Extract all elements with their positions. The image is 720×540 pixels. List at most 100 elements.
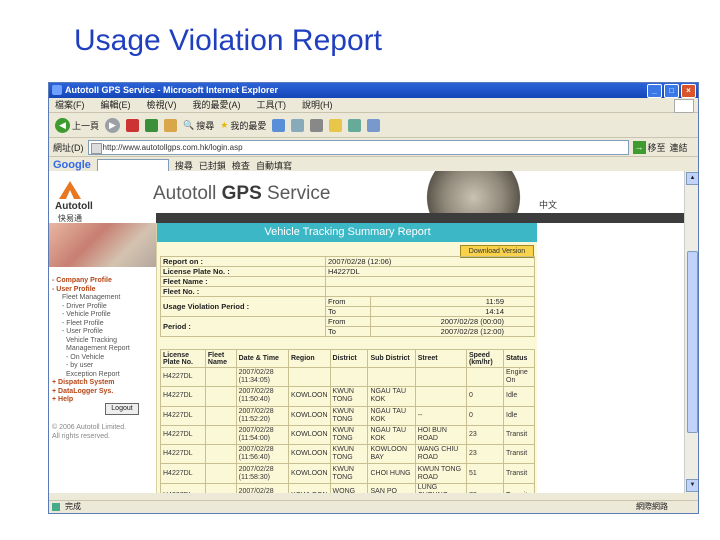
cell-fleet-name [204,366,237,388]
address-input[interactable]: http://www.autotollgps.com.hk/login.asp [87,139,629,155]
menu-view[interactable]: 檢視(V) [147,98,177,112]
menu-tools[interactable]: 工具(T) [257,98,287,112]
google-search-input[interactable] [96,158,169,172]
menu-favorites[interactable]: 我的最愛(A) [193,98,241,112]
report-on-value: 2007/02/28 (12:06) [325,256,535,267]
col-sub-district: Sub District [367,349,416,368]
cell-fleet-name [204,463,237,484]
sidebar-item-user-profile[interactable]: - User Profile [52,286,130,295]
sidebar-nav: - Company Profile - User Profile Fleet M… [52,277,130,405]
google-check-button[interactable]: 檢查 [232,159,250,172]
cell-fleet-name [204,482,237,493]
google-logo: Google [53,159,91,171]
site-title: Autotoll GPS Service [153,183,331,204]
toolbar: ◀ 上一頁 ▶ 🔍 搜尋 ★ 我的最愛 [49,113,698,138]
stop-icon[interactable] [126,118,140,132]
cell-region: KOWLOON [287,463,331,484]
logo-name: Autotoll [55,201,93,212]
sidebar-item-management-report[interactable]: Management Report [52,345,130,354]
sidebar-item-vehicle-tracking[interactable]: Vehicle Tracking [52,337,130,346]
search-icon: 🔍 [183,119,195,130]
menu-edit[interactable]: 編輯(E) [101,98,131,112]
windows-logo-icon [674,99,694,113]
cell-sub-district [367,366,416,388]
slide-title: Usage Violation Report [74,24,382,57]
cell-street: KWUN TONG ROAD [414,463,467,484]
cell-datetime: 2007/02/28 (11:52:20) [235,405,289,426]
cell-license: H4227DL [160,366,206,388]
cell-district: KWUN TONG [329,405,369,426]
links-label[interactable]: 連結 [670,141,688,154]
period-from-label: From [325,316,371,327]
cell-speed: 72 [465,482,505,493]
window-title: Autotoll GPS Service - Microsoft Interne… [65,85,279,95]
forward-button[interactable]: ▶ [105,117,121,133]
logout-button[interactable]: Logout [105,403,139,415]
cell-speed: 0 [465,386,505,407]
mail-icon[interactable] [291,118,305,132]
cell-region: KOWLOON [287,405,331,426]
sidebar-item-on-vehicle[interactable]: - On Vehicle [52,354,130,363]
address-label: 網址(D) [53,142,84,153]
cell-fleet-name [204,424,237,446]
col-datetime: Date & Time [235,349,289,368]
refresh-icon[interactable] [145,118,159,132]
sidebar-item-fleet-profile[interactable]: - Fleet Profile [52,320,130,329]
sidebar-item-dispatch-system[interactable]: + Dispatch System [52,379,130,388]
violation-to-label: To [325,306,371,317]
close-button[interactable]: × [681,84,696,98]
cell-datetime: 2007/02/28 (11:54:00) [235,424,289,446]
violation-from-label: From [325,296,371,307]
back-button[interactable]: ◀ 上一頁 [55,117,100,133]
sidebar-item-datalogger[interactable]: + DataLogger Sys. [52,388,130,397]
scroll-thumb[interactable] [687,251,698,433]
vertical-scrollbar[interactable]: ▲ ▼ [684,171,698,493]
copyright: © 2006 Autotoll Limited. All rights rese… [52,424,127,440]
google-autofill-button[interactable]: 自動填寫 [256,159,292,172]
scroll-up-icon[interactable]: ▲ [686,172,698,185]
maximize-button[interactable]: □ [664,84,679,98]
sidebar-item-exception-report[interactable]: Exception Report [52,371,130,380]
cell-sub-district: NGAU TAU KOK [367,405,416,426]
back-label: 上一頁 [72,120,100,131]
sidebar-item-driver-profile[interactable]: - Driver Profile [52,303,130,312]
edit-icon[interactable] [329,118,343,132]
cell-region: KOWLOON [287,444,331,465]
history-icon[interactable] [272,118,286,132]
cell-street [414,386,467,407]
globe-satellite-image [424,171,534,215]
menu-file[interactable]: 檔案(F) [55,98,85,112]
sidebar-item-user-profile-sub[interactable]: - User Profile [52,328,130,337]
zone-text: 網際網路 [636,502,668,511]
language-link[interactable]: 中文 [539,198,557,211]
table-row: H4227DL 2007/02/28 (11:52:20) KOWLOON KWUN … [160,405,535,426]
col-speed: Speed (km/hr) [465,349,505,368]
cell-district: KWUN TONG [329,424,369,446]
print-icon[interactable] [310,118,324,132]
scroll-down-icon[interactable]: ▼ [686,479,698,492]
sidebar-item-fleet-management: Fleet Management [62,294,121,301]
cell-datetime: 2007/02/28 (11:58:30) [235,463,289,484]
cell-status: Transit [503,424,535,446]
favorites-button[interactable]: ★ 我的最愛 [220,119,266,132]
cell-license: H4227DL [160,482,206,493]
menu-help[interactable]: 說明(H) [302,98,333,112]
period-label: Period : [160,316,326,337]
google-search-button[interactable]: 搜尋 [175,159,193,172]
minimize-button[interactable]: _ [647,84,662,98]
sidebar-item-by-user[interactable]: - by user [52,362,130,371]
cell-sub-district: CHOI HUNG [367,463,416,484]
go-button[interactable]: → 移至 [632,140,666,154]
cell-license: H4227DL [160,424,206,446]
table-row: H4227DL 2007/02/28 (11:58:30) KOWLOON KWUN … [160,463,535,484]
page-done-icon [52,503,60,511]
home-icon[interactable] [164,118,178,132]
cell-fleet-name [204,444,237,465]
report-on-label: Report on : [160,256,326,267]
search-button[interactable]: 🔍 搜尋 [183,119,214,132]
messenger-icon[interactable] [367,118,381,132]
sidebar-item-company-profile[interactable]: - Company Profile [52,277,130,286]
google-blocked-button[interactable]: 已封鎖 [199,159,226,172]
sidebar-item-vehicle-profile[interactable]: - Vehicle Profile [52,311,130,320]
discuss-icon[interactable] [348,118,362,132]
